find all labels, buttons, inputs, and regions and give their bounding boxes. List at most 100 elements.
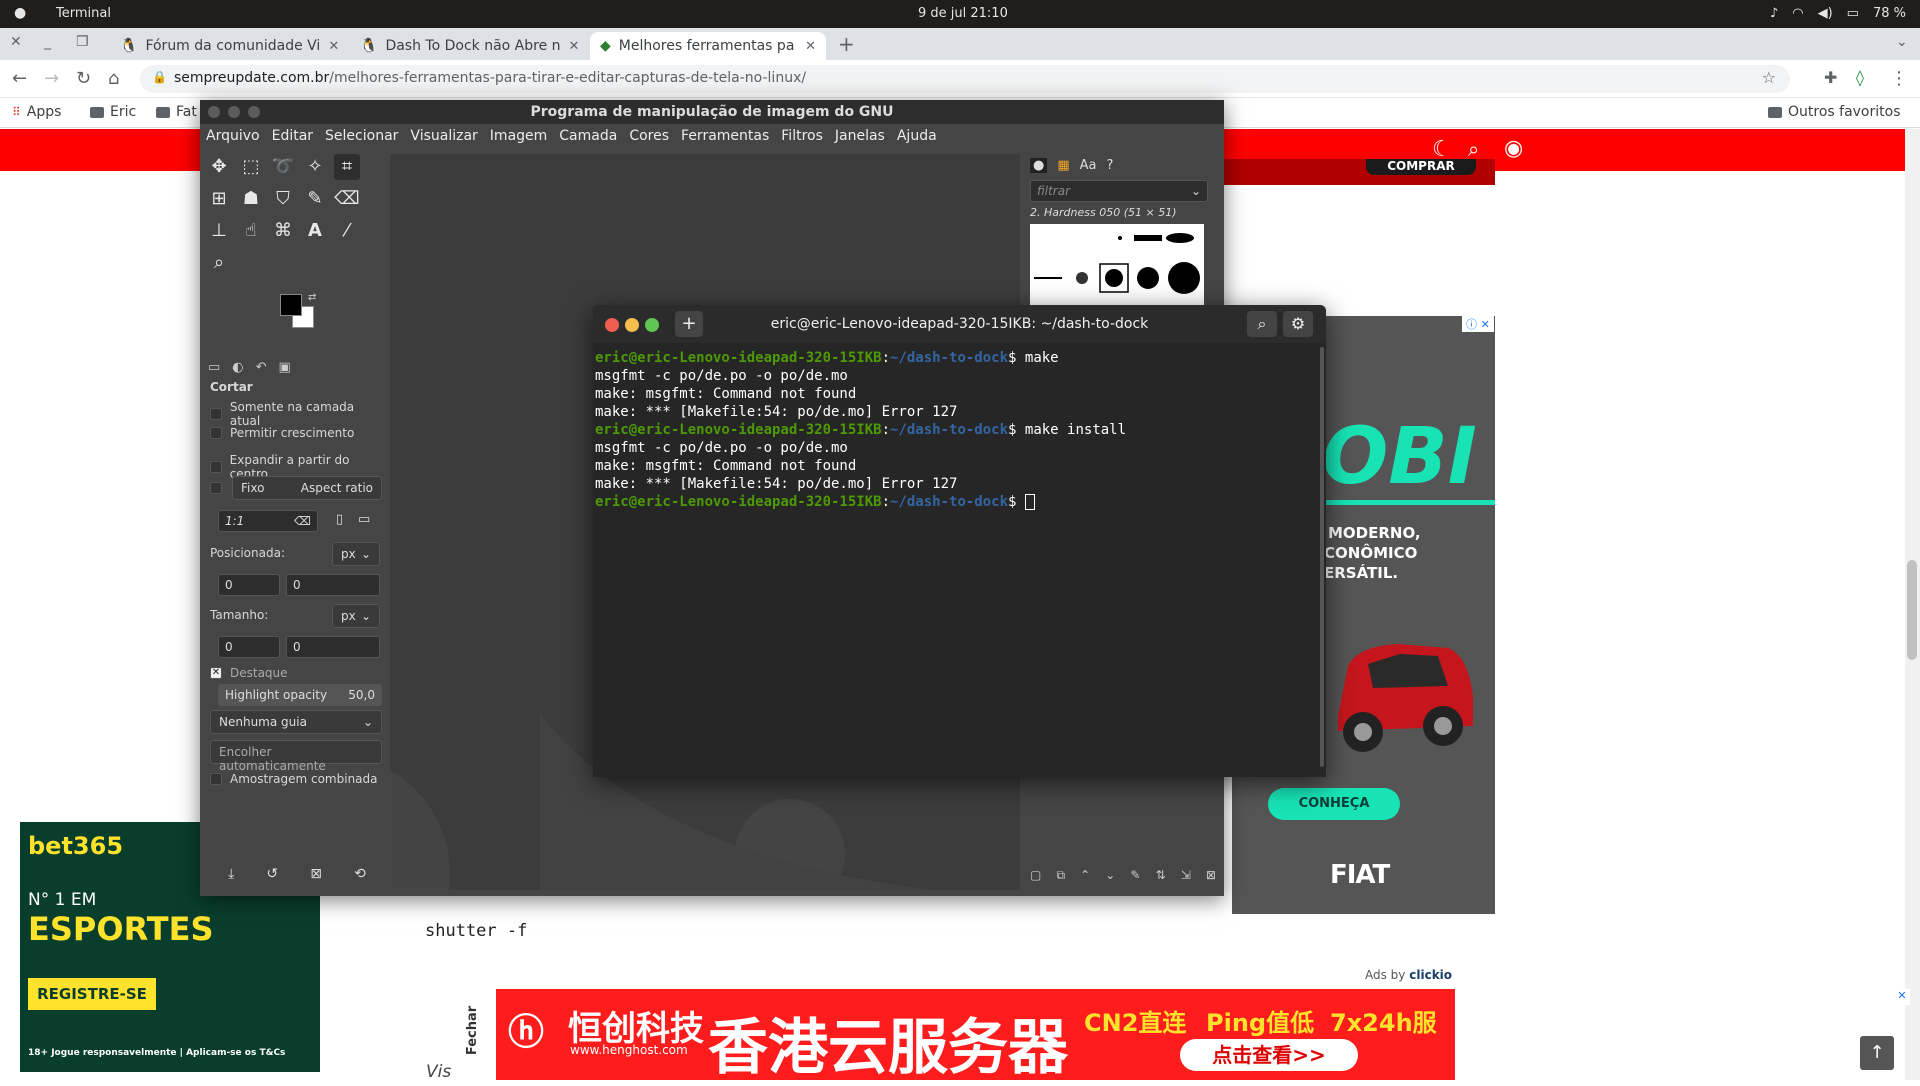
checkbox[interactable] (210, 482, 222, 494)
close-tab-icon[interactable]: ✕ (805, 39, 816, 54)
close-window-icon[interactable] (208, 106, 220, 118)
apple-icon[interactable]: ● (14, 5, 26, 21)
maximize-window-icon[interactable] (645, 318, 659, 332)
transform-tool-icon[interactable]: ⊞ (206, 186, 232, 212)
close-tab-icon[interactable]: ✕ (328, 39, 339, 54)
new-tab-icon[interactable]: + (675, 311, 703, 337)
edit-brush-icon[interactable]: ✎ (1130, 868, 1140, 883)
menu-arquivo[interactable]: Arquivo (206, 128, 260, 150)
ad-close-icon[interactable]: ✕ (1894, 989, 1910, 1005)
paths-tool-icon[interactable]: ⌘ (270, 218, 296, 244)
move-tool-icon[interactable]: ✥ (206, 154, 232, 180)
delete-brush-icon[interactable]: ⊠ (1206, 868, 1216, 883)
landscape-icon[interactable]: ▭ (358, 512, 370, 527)
gimp-titlebar[interactable]: Programa de manipulação de imagem do GNU (200, 100, 1224, 124)
refresh-brush-icon[interactable]: ⇅ (1156, 868, 1166, 883)
terminal-window[interactable]: + eric@eric-Lenovo-ideapad-320-15IKB: ~/… (593, 305, 1326, 777)
close-window-icon[interactable] (605, 318, 619, 332)
new-brush-icon[interactable]: ▢ (1030, 868, 1041, 883)
new-tab-icon[interactable]: + (838, 32, 855, 56)
tab-dash-to-dock[interactable]: 🐧 Dash To Dock não Abre n ✕ (350, 32, 582, 60)
menu-ferramentas[interactable]: Ferramentas (681, 128, 769, 150)
foreground-color-swatch[interactable] (280, 294, 302, 316)
tab-search-icon[interactable]: ⌄ (1896, 34, 1908, 50)
bookmark-apps[interactable]: ⠿ Apps (12, 104, 61, 120)
crop-tool-icon[interactable]: ⌗ (334, 154, 360, 180)
user-account-icon[interactable]: ◉ (1504, 136, 1523, 161)
ads-by-label[interactable]: Ads by clickio (1365, 968, 1452, 982)
menu-editar[interactable]: Editar (272, 128, 313, 150)
checkbox[interactable] (210, 427, 222, 439)
menu-imagem[interactable]: Imagem (490, 128, 547, 150)
fuzzy-select-tool-icon[interactable]: ✧ (302, 154, 328, 180)
reload-icon[interactable]: ↻ (76, 68, 91, 89)
bookmark-other-favorites[interactable]: Outros favoritos (1768, 104, 1901, 120)
henghost-ad[interactable]: Fechar ✕ ⓗ 恒创科技 www.henghost.com 香港云服务器 … (452, 989, 1910, 1083)
ad-close-sidebar[interactable]: Fechar (452, 989, 496, 1080)
restore-window-icon[interactable]: ❐ (76, 34, 89, 50)
close-window-icon[interactable]: ✕ (10, 34, 22, 50)
gear-icon[interactable]: ⚙ (1283, 311, 1313, 337)
position-x-input[interactable]: 0 (218, 574, 280, 596)
tab-forum[interactable]: 🐧 Fórum da comunidade Vi ✕ (110, 32, 342, 60)
clone-tool-icon[interactable]: ⊥ (206, 218, 232, 244)
position-unit-combo[interactable]: px ⌄ (332, 542, 380, 566)
clock[interactable]: 9 de jul 21:10 (918, 6, 1008, 21)
export-brush-icon[interactable]: ⇲ (1181, 868, 1191, 883)
tool-options-tab-icon[interactable]: ▭ (208, 360, 220, 380)
save-options-icon[interactable]: ⤓ (228, 866, 234, 882)
bookmark-star-icon[interactable]: ☆ (1762, 68, 1776, 87)
forward-icon[interactable]: → (44, 68, 59, 89)
help-tab-icon[interactable]: ? (1107, 158, 1114, 173)
guide-combo[interactable]: Nenhuma guia ⌄ (210, 710, 382, 734)
register-button[interactable]: REGISTRE-SE (28, 978, 156, 1010)
ad-cta-button[interactable]: CONHEÇA (1268, 788, 1400, 820)
color-picker-tool-icon[interactable]: ⁄ (334, 218, 360, 244)
minimize-window-icon[interactable] (625, 318, 639, 332)
terminal-scrollbar[interactable] (1320, 347, 1324, 767)
bucket-fill-tool-icon[interactable]: ⛉ (270, 186, 296, 212)
lock-icon[interactable]: 🔒 (152, 70, 167, 84)
menu-filtros[interactable]: Filtros (781, 128, 823, 150)
back-icon[interactable]: ← (12, 68, 27, 89)
menu-janelas[interactable]: Janelas (835, 128, 885, 150)
device-status-tab-icon[interactable]: ◐ (232, 360, 243, 380)
warp-tool-icon[interactable]: ☗ (238, 186, 264, 212)
patterns-tab-icon[interactable]: ▦ (1057, 158, 1069, 173)
rect-select-tool-icon[interactable]: ⬚ (238, 154, 264, 180)
top-ad-strip[interactable]: COMPRAR (1224, 159, 1495, 185)
images-tab-icon[interactable]: ▣ (279, 360, 291, 380)
page-scrollbar-thumb[interactable] (1907, 560, 1917, 660)
brushes-tab-icon[interactable]: ● (1030, 158, 1048, 173)
fixed-option[interactable] (210, 482, 222, 494)
checkbox[interactable] (210, 461, 222, 473)
lasso-tool-icon[interactable]: ➰ (270, 154, 296, 180)
bookmark-fat[interactable]: Fat (156, 104, 197, 120)
extension-drop-icon[interactable]: ◊ (1856, 68, 1864, 87)
back-to-top-button[interactable]: ↑ (1860, 1036, 1894, 1070)
menu-camada[interactable]: Camada (559, 128, 617, 150)
minimize-window-icon[interactable]: _ (44, 34, 51, 50)
checkbox[interactable] (210, 773, 222, 785)
position-y-input[interactable]: 0 (286, 574, 380, 596)
swap-colors-icon[interactable]: ⇄ (308, 292, 316, 303)
eraser-tool-icon[interactable]: ⌫ (334, 186, 360, 212)
close-tab-icon[interactable]: ✕ (569, 39, 580, 54)
sample-merged-option[interactable]: Amostragem combinada (210, 772, 378, 786)
size-unit-combo[interactable]: px ⌄ (332, 604, 380, 628)
arrow-down-icon[interactable]: ⌄ (1105, 868, 1115, 883)
aspect-ratio-input[interactable]: 1:1 ⌫ (218, 510, 318, 532)
zoom-tool-icon[interactable]: ⌕ (206, 250, 232, 276)
extensions-icon[interactable]: ✚ (1824, 68, 1837, 87)
current-layer-option[interactable]: Somente na camada atual (210, 400, 386, 428)
menu-visualizar[interactable]: Visualizar (410, 128, 477, 150)
delete-options-icon[interactable]: ⊠ (310, 866, 322, 882)
auto-shrink-button[interactable]: Encolher automaticamente (210, 740, 382, 773)
brush-grid[interactable] (1030, 224, 1204, 308)
battery-icon[interactable]: ▭ (1847, 6, 1859, 21)
chrome-menu-icon[interactable]: ⋮ (1890, 68, 1908, 89)
ad-choices-icon[interactable]: ⓘ ✕ (1462, 316, 1494, 332)
size-width-input[interactable]: 0 (218, 636, 280, 658)
text-tool-icon[interactable]: A (302, 218, 328, 244)
buy-button[interactable]: COMPRAR (1366, 159, 1476, 175)
